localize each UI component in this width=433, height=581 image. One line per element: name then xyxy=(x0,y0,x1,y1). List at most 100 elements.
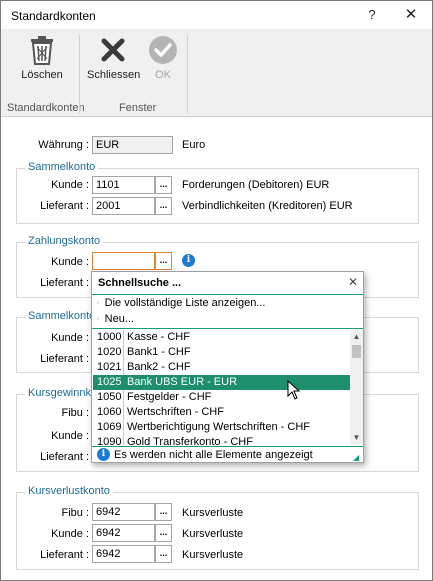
ribbon-group-fenster: Fenster xyxy=(119,102,157,114)
ribbon-separator xyxy=(187,35,188,113)
kursverlust-fibu-input[interactable]: 6942 xyxy=(92,503,155,521)
account-name: Bank UBS EUR - EUR xyxy=(127,376,238,388)
window-close-button[interactable]: ✕ xyxy=(398,5,424,25)
sammelv-kunde-label: Kunde : xyxy=(51,332,89,344)
account-number: 1069 xyxy=(97,421,122,433)
scroll-thumb[interactable] xyxy=(352,345,361,358)
ribbon-separator xyxy=(79,35,80,113)
list-item[interactable]: 1090 Gold Transferkonto - CHF xyxy=(93,435,350,445)
sammelv-lieferant-label: Lieferant : xyxy=(40,353,89,365)
sammel-lieferant-label: Lieferant : xyxy=(40,200,89,212)
group-sammelkonto: Sammelkonto xyxy=(16,161,419,224)
kursverlust-lieferant-description: Kursverluste xyxy=(182,549,244,561)
zahlung-kunde-label: Kunde : xyxy=(51,256,89,268)
account-name: Festgelder - CHF xyxy=(127,391,212,403)
action-show-full-list[interactable]: · Die vollständige Liste anzeigen... xyxy=(96,297,266,309)
ok-button[interactable]: OK xyxy=(146,35,180,81)
list-item[interactable]: 1020 Bank1 - CHF xyxy=(93,345,350,360)
account-list: 1000 Kasse - CHF 1020 Bank1 - CHF 1021 Bank… xyxy=(93,330,350,445)
zahlung-lieferant-label: Lieferant : xyxy=(40,277,89,289)
currency-label: Währung : xyxy=(38,139,89,151)
sammel-kunde-label: Kunde : xyxy=(51,179,89,191)
window-title: Standardkonten xyxy=(11,9,96,23)
account-name: Bank2 - CHF xyxy=(127,361,191,373)
sammel-lieferant-input[interactable]: 2001 xyxy=(92,197,155,215)
kursverlust-fibu-lookup-button[interactable]: ... xyxy=(155,503,172,521)
sammel-lieferant-lookup-button[interactable]: ... xyxy=(155,197,172,215)
account-name: Kasse - CHF xyxy=(127,331,190,343)
kursverlust-kunde-input[interactable]: 6942 xyxy=(92,524,155,542)
group-title-zahlungskonto: Zahlungskonto xyxy=(25,235,104,247)
popup-divider xyxy=(92,294,363,295)
account-name: Wertberichtigung Wertschriften - CHF xyxy=(127,421,310,433)
account-number: 1025 xyxy=(97,376,122,388)
account-number: 1060 xyxy=(97,406,122,418)
delete-button-label: Löschen xyxy=(21,69,63,81)
trash-icon xyxy=(31,36,53,65)
sammel-kunde-lookup-button[interactable]: ... xyxy=(155,176,172,194)
kursverlust-lieferant-input[interactable]: 6942 xyxy=(92,545,155,563)
scroll-down-icon[interactable]: ▼ xyxy=(350,431,363,444)
list-item[interactable]: 1060 Wertschriften - CHF xyxy=(93,405,350,420)
account-number: 1020 xyxy=(97,346,122,358)
account-number: 1050 xyxy=(97,391,122,403)
zahlung-kunde-lookup-button[interactable]: ... xyxy=(155,252,172,270)
group-title-kursgewinnkonto: Kursgewinnko xyxy=(25,387,101,399)
list-item[interactable]: 1069 Wertberichtigung Wertschriften - CHF xyxy=(93,420,350,435)
account-name: Gold Transferkonto - CHF xyxy=(127,436,253,445)
sammel-kunde-input[interactable]: 1101 xyxy=(92,176,155,194)
popup-title: Schnellsuche ... xyxy=(98,277,182,289)
currency-field: EUR xyxy=(92,136,173,154)
popup-footer: i Es werden nicht alle Elemente angezeig… xyxy=(92,446,363,462)
kursverlust-kunde-description: Kursverluste xyxy=(182,528,244,540)
help-button[interactable]: ? xyxy=(359,5,385,25)
bullet-icon: · xyxy=(96,313,100,325)
check-circle-icon xyxy=(149,36,177,64)
popup-footer-text: Es werden nicht alle Elemente angezeigt xyxy=(114,449,313,461)
sammel-lieferant-description: Verbindlichkeiten (Kreditoren) EUR xyxy=(182,200,353,212)
ok-button-label: OK xyxy=(155,69,171,81)
list-item[interactable]: 1021 Bank2 - CHF xyxy=(93,360,350,375)
action-new-label: Neu... xyxy=(104,313,135,325)
dialog-window: Standardkonten ? ✕ Löschen Standardkonte… xyxy=(0,0,433,581)
kursverlust-kunde-label: Kunde : xyxy=(51,528,89,540)
kursverlust-fibu-label: Fibu : xyxy=(61,507,89,519)
kursverlust-lieferant-label: Lieferant : xyxy=(40,549,89,561)
list-item[interactable]: 1000 Kasse - CHF xyxy=(93,330,350,345)
account-name: Wertschriften - CHF xyxy=(127,406,224,418)
info-icon[interactable]: i xyxy=(182,254,195,267)
kursverlust-fibu-description: Kursverluste xyxy=(182,507,244,519)
popup-divider xyxy=(92,328,363,329)
scroll-up-icon[interactable]: ▲ xyxy=(350,330,363,343)
close-button[interactable]: Schliessen xyxy=(87,35,141,81)
delete-button[interactable]: Löschen xyxy=(21,35,63,81)
mouse-cursor-icon xyxy=(287,380,301,400)
ribbon-toolbar: Löschen Standardkonten Schliessen OK Fen… xyxy=(1,29,432,117)
currency-description: Euro xyxy=(182,139,206,151)
kursgewinn-fibu-label: Fibu : xyxy=(61,407,89,419)
list-item-selected[interactable]: 1025 Bank UBS EUR - EUR xyxy=(93,375,350,390)
group-title-kursverlustkonto: Kursverlustkonto xyxy=(25,485,113,497)
zahlung-kunde-input[interactable] xyxy=(92,252,155,270)
kursverlust-lieferant-lookup-button[interactable]: ... xyxy=(155,545,172,563)
ribbon-group-standardkonten: Standardkonten xyxy=(7,102,85,114)
group-title-sammelkonto: Sammelkonto xyxy=(25,161,99,173)
action-new[interactable]: · Neu... xyxy=(96,313,134,325)
account-number: 1090 xyxy=(97,436,122,445)
info-icon: i xyxy=(97,448,110,461)
kursgewinn-kunde-label: Kunde : xyxy=(51,430,89,442)
title-bar: Standardkonten ? ✕ xyxy=(1,1,432,29)
kursverlust-kunde-lookup-button[interactable]: ... xyxy=(155,524,172,542)
popup-header: Schnellsuche ... ✕ xyxy=(92,272,363,294)
account-number: 1000 xyxy=(97,331,122,343)
sammel-kunde-description: Forderungen (Debitoren) EUR xyxy=(182,179,330,191)
close-button-label: Schliessen xyxy=(87,69,141,81)
list-scrollbar[interactable]: ▲ ▼ xyxy=(350,330,363,445)
kursgewinn-lieferant-label: Lieferant : xyxy=(40,451,89,463)
quick-search-popup: Schnellsuche ... ✕ · Die vollständige Lis… xyxy=(91,271,364,463)
popup-close-button[interactable]: ✕ xyxy=(348,275,358,289)
bullet-icon: · xyxy=(96,297,100,309)
resize-grip-icon[interactable]: ◢ xyxy=(353,453,359,462)
list-item[interactable]: 1050 Festgelder - CHF xyxy=(93,390,350,405)
x-icon xyxy=(101,38,125,62)
